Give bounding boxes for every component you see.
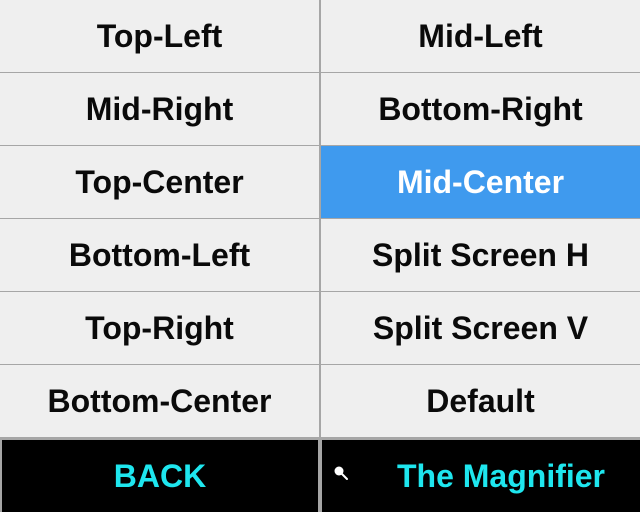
option-mid-left[interactable]: Mid-Left	[321, 0, 640, 72]
magnifier-label: The Magnifier	[396, 457, 605, 494]
option-bottom-center[interactable]: Bottom-Center	[0, 365, 319, 437]
option-split-screen-h[interactable]: Split Screen H	[321, 219, 640, 291]
option-bottom-left[interactable]: Bottom-Left	[0, 219, 319, 291]
back-button[interactable]: BACK	[2, 440, 318, 512]
option-mid-center[interactable]: Mid-Center	[321, 146, 640, 218]
magnifier-button[interactable]: The Magnifier	[322, 440, 640, 512]
magnifier-icon	[334, 466, 348, 480]
option-top-left[interactable]: Top-Left	[0, 0, 319, 72]
option-split-screen-v[interactable]: Split Screen V	[321, 292, 640, 364]
position-menu: Top-Left Mid-Left Mid-Right Bottom-Right…	[0, 0, 640, 512]
option-default[interactable]: Default	[321, 365, 640, 437]
option-top-center[interactable]: Top-Center	[0, 146, 319, 218]
option-mid-right[interactable]: Mid-Right	[0, 73, 319, 145]
option-top-right[interactable]: Top-Right	[0, 292, 319, 364]
option-bottom-right[interactable]: Bottom-Right	[321, 73, 640, 145]
